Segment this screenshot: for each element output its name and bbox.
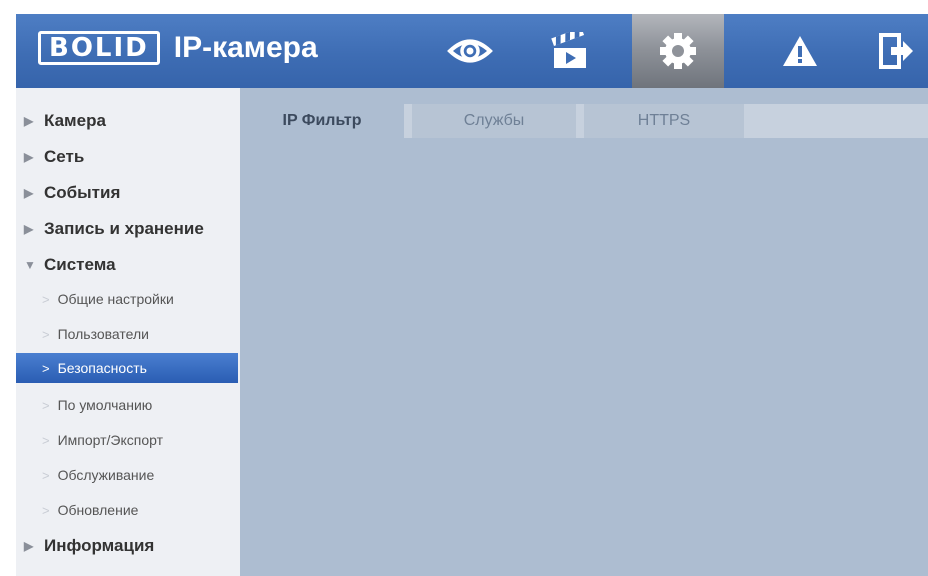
main-content: IP Фильтр Службы HTTPS xyxy=(240,88,928,576)
sidebar-subitem-label: По умолчанию xyxy=(57,397,153,413)
top-header: BOLID IP-камера xyxy=(16,14,928,88)
logo-text: BOLID xyxy=(49,33,149,63)
triangle-right-icon: ▶ xyxy=(24,150,34,164)
clapperboard-icon xyxy=(551,32,586,68)
sidebar-item-label: Камера xyxy=(44,111,106,130)
sidebar-item-info[interactable]: ▶ Информация xyxy=(16,531,238,561)
sidebar-item-label: События xyxy=(44,183,121,202)
chevron-right-icon: > xyxy=(42,502,50,518)
sidebar-item-label: Сеть xyxy=(44,147,85,166)
sidebar-subitem-label: Обновление xyxy=(57,502,139,518)
nav-alarm-button[interactable] xyxy=(760,14,840,88)
sidebar-subitem-users[interactable]: > Пользователи xyxy=(16,319,238,349)
nav-live-button[interactable] xyxy=(430,14,510,88)
sidebar-subitem-security[interactable]: > Безопасность xyxy=(16,353,238,383)
sidebar-item-label: Запись и хранение xyxy=(44,219,204,238)
exit-icon xyxy=(879,33,913,69)
sidebar-subitem-general[interactable]: > Общие настройки xyxy=(16,284,238,314)
sidebar-subitem-label: Обслуживание xyxy=(57,467,155,483)
sidebar-subitem-default[interactable]: > По умолчанию xyxy=(16,390,238,420)
sidebar-subitem-label: Безопасность xyxy=(57,360,147,376)
triangle-right-icon: ▶ xyxy=(24,114,34,128)
triangle-right-icon: ▶ xyxy=(24,222,34,236)
sidebar-item-label: Информация xyxy=(44,536,155,555)
eye-icon xyxy=(447,39,493,63)
sidebar-subitem-label: Пользователи xyxy=(57,326,149,342)
sidebar-item-network[interactable]: ▶ Сеть xyxy=(16,142,238,172)
logo-box: BOLID xyxy=(38,31,160,65)
tab-services[interactable]: Службы xyxy=(412,104,576,138)
nav-logout-button[interactable] xyxy=(862,14,928,88)
warning-icon xyxy=(783,36,817,66)
gear-icon xyxy=(660,33,696,69)
sidebar-item-system[interactable]: ▼ Система xyxy=(16,250,238,280)
sidebar-subitem-label: Импорт/Экспорт xyxy=(57,432,164,448)
sidebar-subitem-maintenance[interactable]: > Обслуживание xyxy=(16,460,238,490)
sidebar-subitem-update[interactable]: > Обновление xyxy=(16,495,238,525)
chevron-right-icon: > xyxy=(42,326,50,342)
sidebar-subitem-label: Общие настройки xyxy=(57,291,174,307)
sidebar-item-label: Система xyxy=(44,255,116,274)
tab-https[interactable]: HTTPS xyxy=(584,104,744,138)
triangle-down-icon: ▼ xyxy=(24,258,36,272)
triangle-right-icon: ▶ xyxy=(24,186,34,200)
logo: BOLID IP-камера xyxy=(38,30,318,66)
sidebar-item-camera[interactable]: ▶ Камера xyxy=(16,106,238,136)
tab-ip-filter[interactable]: IP Фильтр xyxy=(240,104,404,138)
app-title: IP-камера xyxy=(173,31,318,64)
chevron-right-icon: > xyxy=(42,432,50,448)
sidebar-item-storage[interactable]: ▶ Запись и хранение xyxy=(16,214,238,244)
chevron-right-icon: > xyxy=(42,397,50,413)
nav-settings-button[interactable] xyxy=(632,14,724,88)
sidebar-item-events[interactable]: ▶ События xyxy=(16,178,238,208)
nav-playback-button[interactable] xyxy=(530,14,610,88)
chevron-right-icon: > xyxy=(42,467,50,483)
tab-bar: IP Фильтр Службы HTTPS xyxy=(240,104,928,138)
triangle-right-icon: ▶ xyxy=(24,539,34,553)
chevron-right-icon: > xyxy=(42,291,50,307)
sidebar-menu: ▶ Камера ▶ Сеть ▶ События ▶ Запись и хра… xyxy=(16,88,240,576)
chevron-right-icon: > xyxy=(42,360,50,376)
sidebar-subitem-import-export[interactable]: > Импорт/Экспорт xyxy=(16,425,238,455)
